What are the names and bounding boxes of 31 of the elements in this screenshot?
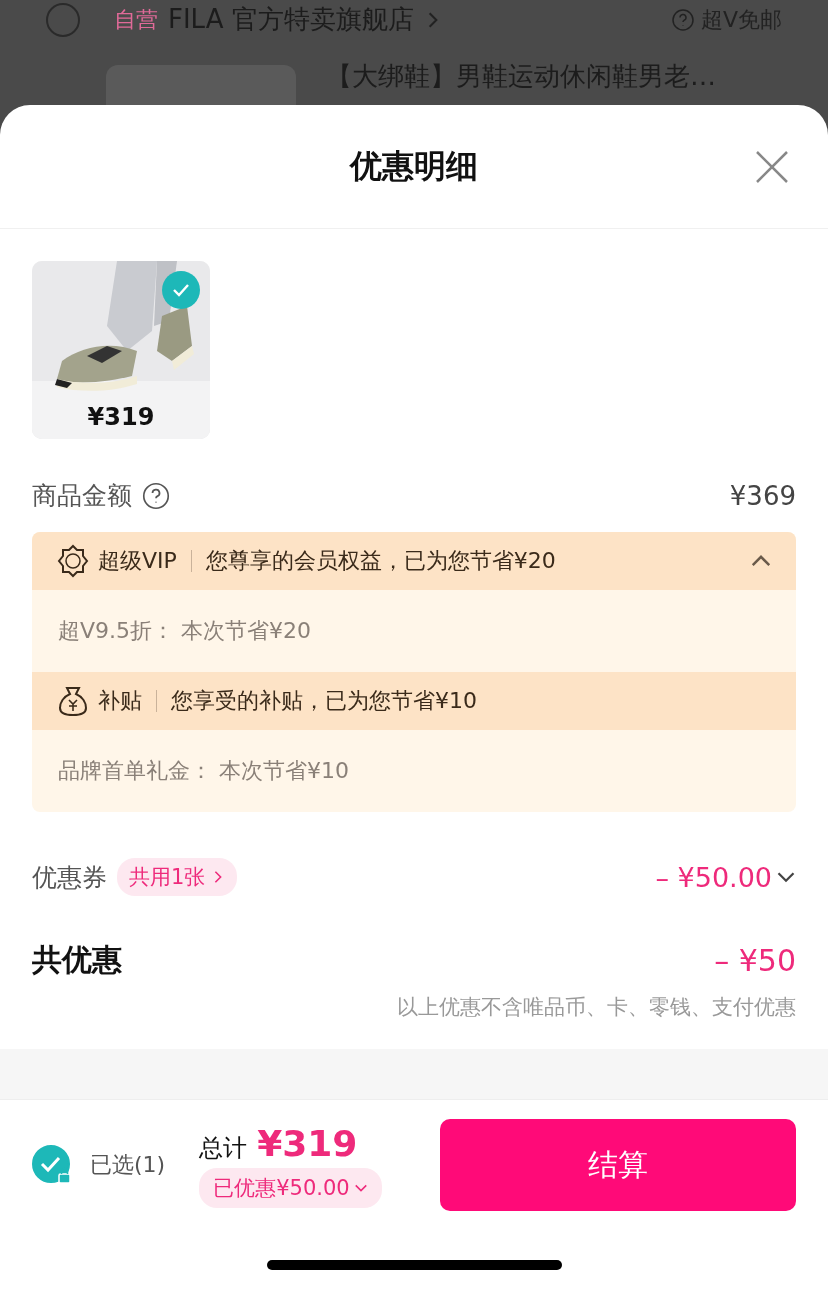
benefit-summary: 您尊享的会员权益，已为您节省¥20: [205, 547, 556, 575]
check-icon[interactable]: [32, 1145, 72, 1185]
selected-count: 已选(1): [90, 1151, 166, 1179]
benefit-detail: 超V9.5折： 本次节省¥20: [58, 617, 312, 645]
product-thumbnail[interactable]: ¥319: [32, 261, 210, 439]
coupon-label: 优惠券: [32, 861, 107, 894]
help-icon[interactable]: [142, 481, 170, 510]
discount-note: 以上优惠不含唯品币、卡、零钱、支付优惠: [397, 994, 796, 1021]
benefit-summary: 您享受的补贴，已为您节省¥10: [171, 687, 477, 715]
total-discount-label: 共优惠: [32, 941, 122, 979]
coupon-tag[interactable]: 共用1张: [117, 858, 238, 896]
benefit-name: 补贴: [98, 687, 142, 715]
benefit-header[interactable]: 超级VIP 您尊享的会员权益，已为您节省¥20: [32, 532, 796, 590]
amount-label: 商品金额: [32, 480, 132, 512]
total-label: 总计: [199, 1132, 248, 1164]
select-radio[interactable]: [46, 2, 80, 37]
badge-icon: [56, 544, 90, 578]
amount-value: ¥369: [729, 480, 796, 511]
discount-button[interactable]: 已优惠¥50.00: [199, 1167, 382, 1208]
benefit-name: 超级VIP: [98, 547, 177, 575]
benefit-detail: 品牌首单礼金： 本次节省¥10: [58, 757, 349, 785]
benefit-header[interactable]: 补贴 您享受的补贴，已为您节省¥10: [32, 672, 796, 730]
total-price: ¥319: [257, 1122, 358, 1164]
self-operated-label: 自营: [114, 5, 158, 34]
total-discount-value: – ¥50: [714, 943, 796, 978]
checkout-button[interactable]: 结算: [440, 1119, 796, 1211]
item-price: ¥319: [86, 403, 156, 431]
coupon-value[interactable]: – ¥50.00: [655, 861, 796, 893]
close-button[interactable]: [754, 149, 790, 185]
sheet-title: 优惠明细: [350, 145, 478, 187]
money-bag-icon: [56, 684, 90, 718]
